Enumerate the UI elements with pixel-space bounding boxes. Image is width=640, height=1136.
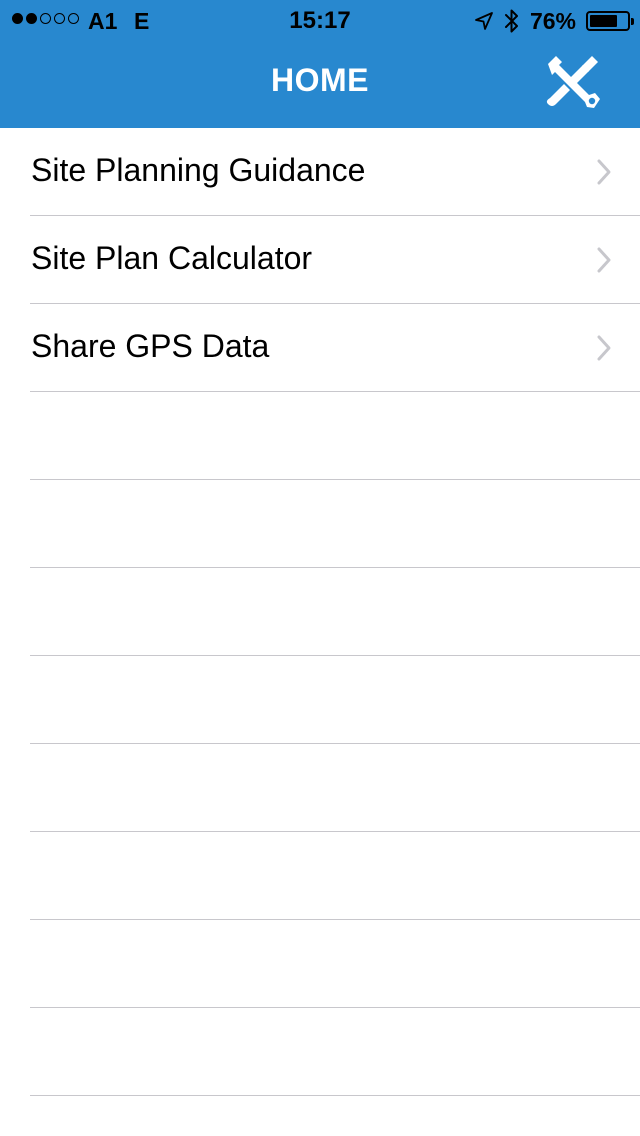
chevron-right-icon bbox=[597, 247, 611, 273]
empty-row bbox=[0, 392, 640, 480]
list-item-site-planning-guidance[interactable]: Site Planning Guidance bbox=[0, 128, 640, 216]
empty-row bbox=[0, 920, 640, 1008]
empty-row bbox=[0, 1008, 640, 1096]
menu-list: Site Planning Guidance Site Plan Calcula… bbox=[0, 128, 640, 1096]
empty-row bbox=[0, 568, 640, 656]
empty-row bbox=[0, 744, 640, 832]
battery-level bbox=[590, 15, 617, 27]
status-right-group: 76% bbox=[474, 7, 634, 34]
list-item-label: Share GPS Data bbox=[31, 328, 270, 364]
status-bar: A1 E 15:17 76% bbox=[0, 0, 640, 40]
list-item-label: Site Planning Guidance bbox=[31, 152, 366, 188]
list-item-share-gps-data[interactable]: Share GPS Data bbox=[0, 304, 640, 392]
chevron-right-icon bbox=[597, 159, 611, 185]
empty-row bbox=[0, 480, 640, 568]
battery-percentage: 76% bbox=[529, 7, 576, 34]
tools-icon bbox=[546, 56, 600, 108]
header: A1 E 15:17 76% HOME bbox=[0, 0, 640, 128]
list-item-label: Site Plan Calculator bbox=[31, 240, 313, 276]
list-item-site-plan-calculator[interactable]: Site Plan Calculator bbox=[0, 216, 640, 304]
bluetooth-icon bbox=[504, 9, 518, 33]
battery-nub bbox=[631, 18, 634, 25]
empty-row bbox=[0, 832, 640, 920]
home-screen: A1 E 15:17 76% HOME Site Planning Guidan… bbox=[0, 0, 640, 1136]
location-arrow-icon bbox=[475, 12, 493, 30]
battery-icon bbox=[586, 11, 634, 31]
chevron-right-icon bbox=[597, 335, 611, 361]
empty-rows bbox=[0, 392, 640, 1096]
settings-button[interactable] bbox=[542, 52, 602, 112]
empty-row bbox=[0, 656, 640, 744]
